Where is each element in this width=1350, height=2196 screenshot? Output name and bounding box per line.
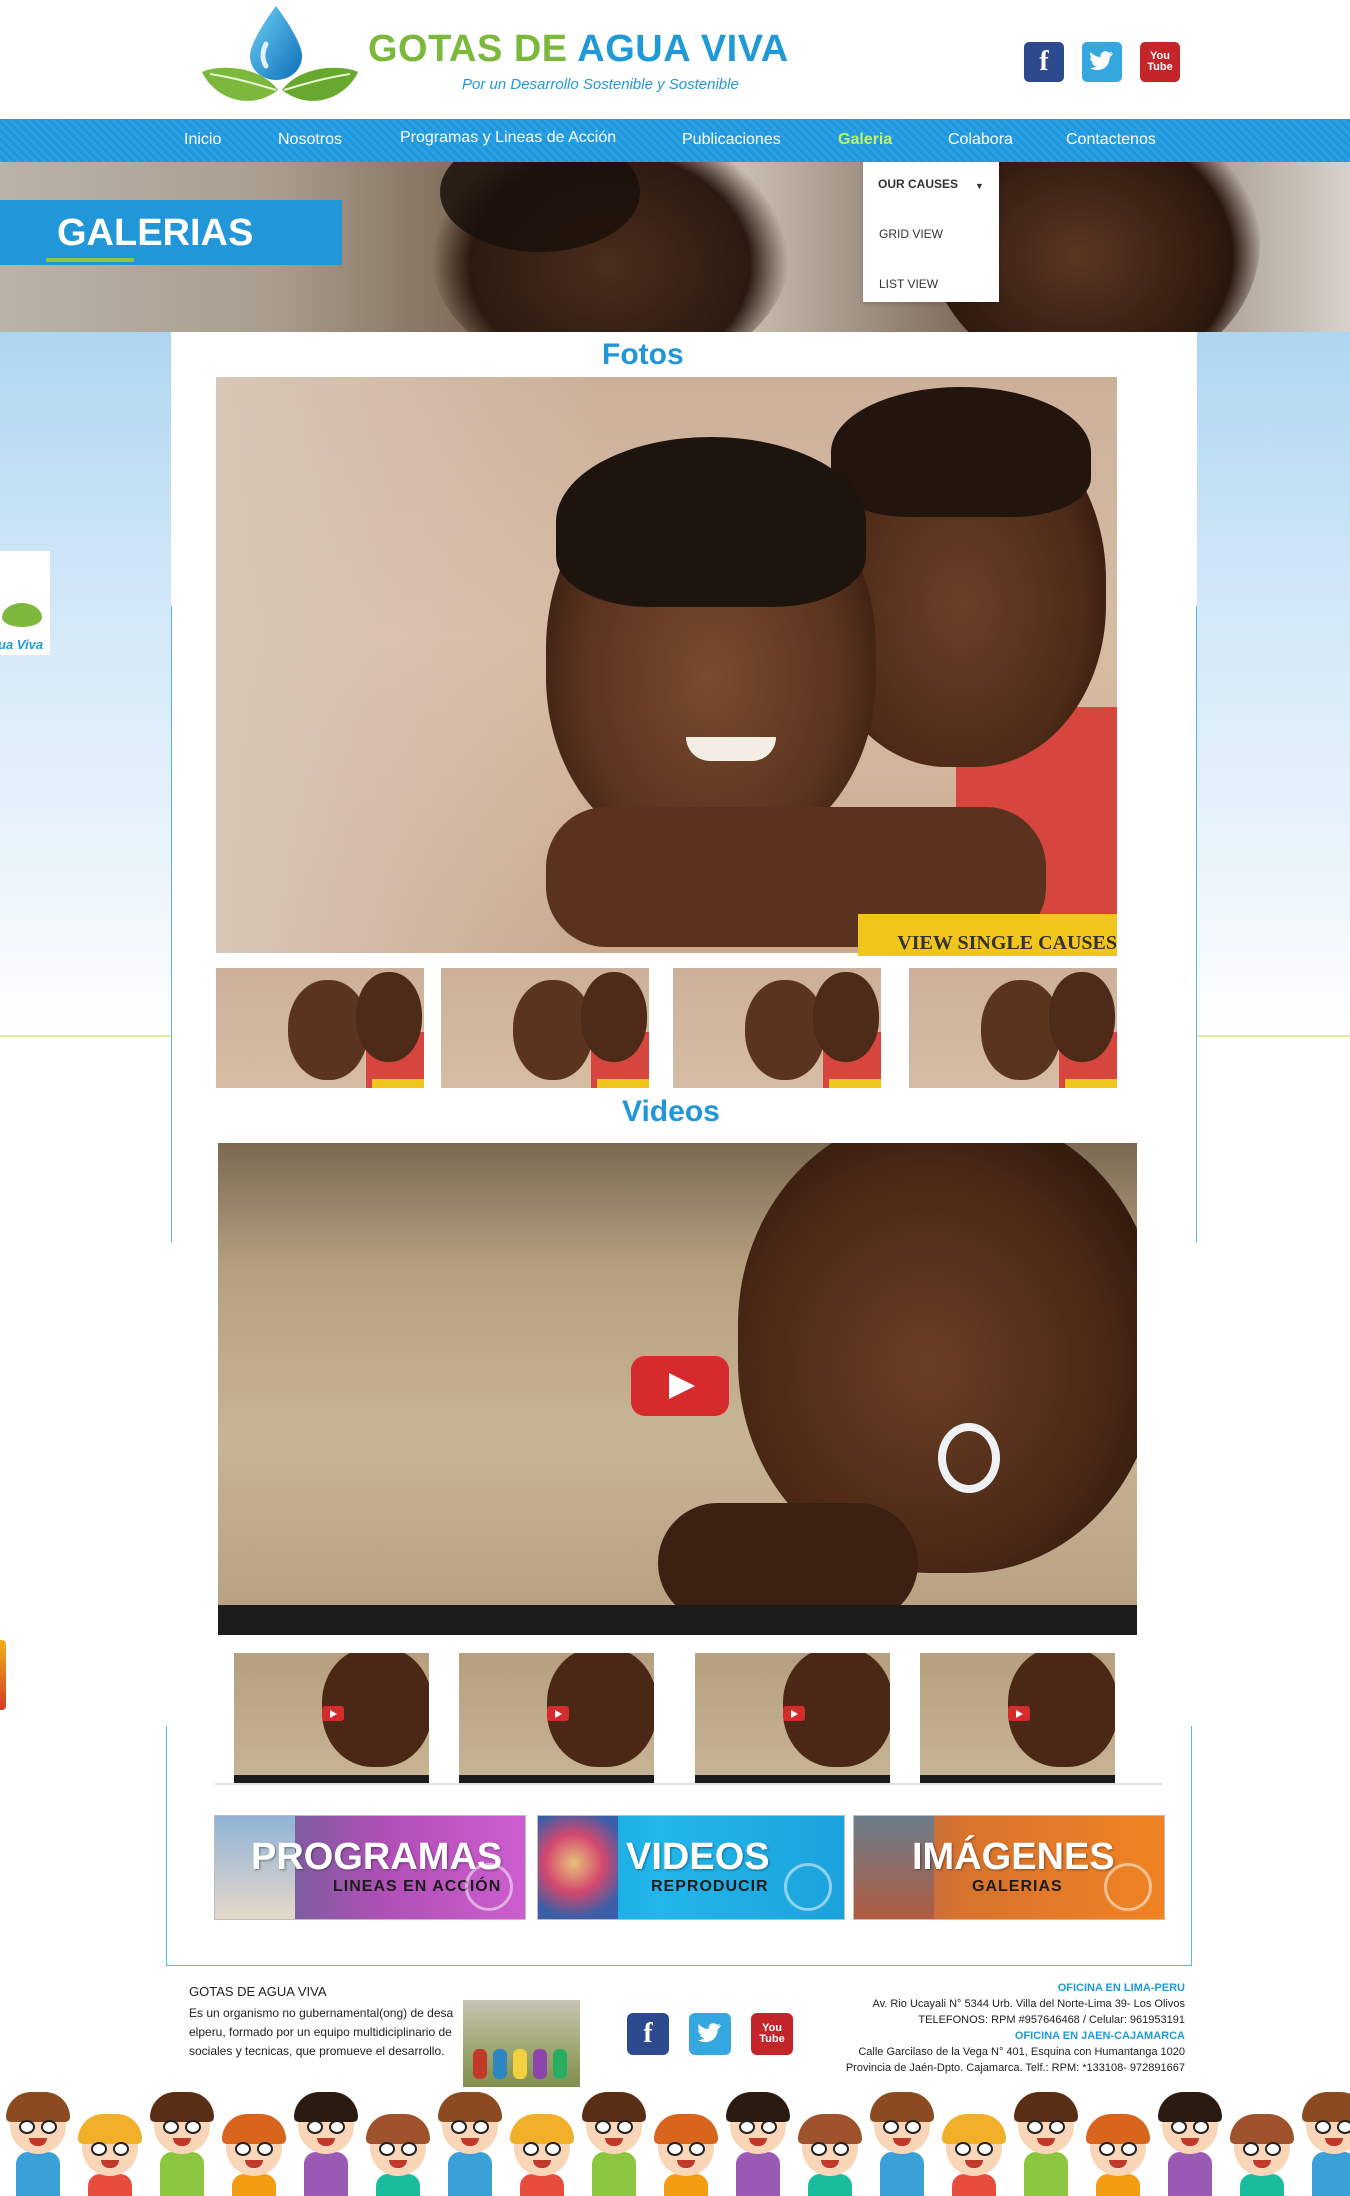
video-control-bar[interactable]	[218, 1605, 1137, 1635]
footer-title: GOTAS DE AGUA VIVA	[189, 1984, 327, 1999]
twitter-icon[interactable]	[689, 2013, 731, 2055]
facebook-icon[interactable]: f	[1024, 42, 1064, 82]
hero-label-box: GALERIAS	[0, 200, 342, 265]
photo-thumbnail-1[interactable]	[216, 968, 424, 1088]
play-icon	[783, 1706, 805, 1721]
photo-background-blur	[216, 377, 596, 953]
youtube-label-bottom: Tube	[759, 2033, 785, 2045]
galeria-dropdown-menu: OUR CAUSES ▼ GRID VIEW LIST VIEW	[863, 162, 999, 302]
footer-photo	[463, 2000, 580, 2087]
videos-banner-subtitle: REPRODUCIR	[651, 1878, 769, 1895]
office-jaen-address: Calle Garcilaso de la Vega N° 401, Esqui…	[858, 2046, 1185, 2058]
video-thumbnail-4[interactable]	[920, 1653, 1115, 1783]
video-thumbnail-2[interactable]	[459, 1653, 654, 1783]
people-icon	[465, 1863, 513, 1911]
hero-banner: GALERIAS	[0, 162, 1350, 332]
videos-banner-title: VIDEOS	[626, 1836, 770, 1878]
photo-child-right-hair	[831, 387, 1091, 517]
video-thumbnail-1[interactable]	[234, 1653, 429, 1783]
dropdown-item-our-causes[interactable]: OUR CAUSES	[878, 177, 958, 191]
nav-item-publicaciones[interactable]: Publicaciones	[682, 131, 781, 149]
nav-item-programas[interactable]: Programas y Lineas de Acción	[400, 129, 616, 147]
facebook-icon[interactable]: f	[627, 2013, 669, 2055]
footer-description-line: elperu, formado por un equipo multidicip…	[189, 2025, 452, 2039]
office-jaen-heading: OFICINA EN JAEN-CAJAMARCA	[1014, 2030, 1185, 2042]
page-title: GALERIAS	[57, 212, 254, 254]
side-badge-text: ua Viva	[0, 637, 44, 652]
view-single-causes-label: VIEW SINGLE CAUSES	[897, 932, 1117, 954]
office-lima-heading: OFICINA EN LIMA-PERU	[1057, 1982, 1185, 1994]
photo-child-left-hair	[556, 437, 866, 607]
programas-banner[interactable]: PROGRAMAS LINEAS EN ACCIÓN	[214, 1815, 526, 1920]
side-decoration	[0, 1640, 6, 1710]
bird-icon	[698, 2023, 722, 2043]
nav-item-galeria[interactable]: Galeria	[838, 131, 892, 149]
imagenes-banner[interactable]: IMÁGENES GALERIAS	[853, 1815, 1165, 1920]
panel-border-left	[171, 606, 172, 1242]
footer-kids-illustration	[0, 2090, 1350, 2196]
site-header: GOTAS DE AGUA VIVA Por un Desarrollo Sos…	[0, 0, 1350, 119]
youtube-label-bottom: Tube	[1147, 61, 1173, 73]
dropdown-item-grid-view[interactable]: GRID VIEW	[879, 227, 943, 241]
main-video-player[interactable]	[218, 1143, 1137, 1635]
nav-item-colabora[interactable]: Colabora	[948, 131, 1013, 149]
header-social-links: f You Tube	[1024, 42, 1180, 82]
play-button-icon[interactable]	[631, 1356, 729, 1416]
panel-border-right	[1196, 606, 1197, 1242]
leaves-icon	[202, 67, 358, 101]
nav-item-inicio[interactable]: Inicio	[184, 131, 221, 149]
office-lima-address: Av. Rio Ucayali N° 5344 Urb. Villa del N…	[872, 1998, 1185, 2010]
dropdown-item-list-view[interactable]: LIST VIEW	[879, 277, 938, 291]
nav-item-contactenos[interactable]: Contactenos	[1066, 131, 1156, 149]
footer-social-links: f You Tube	[627, 2013, 793, 2055]
play-icon	[322, 1706, 344, 1721]
photo-smile	[686, 737, 776, 761]
main-navigation: Inicio Nosotros Programas y Lineas de Ac…	[0, 119, 1350, 162]
office-jaen: OFICINA EN JAEN-CAJAMARCA Calle Garcilas…	[846, 2028, 1185, 2076]
play-icon	[1008, 1706, 1030, 1721]
youtube-icon[interactable]: You Tube	[1140, 42, 1180, 82]
programas-banner-title: PROGRAMAS	[251, 1836, 503, 1878]
nav-item-nosotros[interactable]: Nosotros	[278, 131, 342, 149]
imagenes-banner-subtitle: GALERIAS	[972, 1878, 1063, 1895]
videos-banner-photo	[538, 1816, 618, 1919]
office-jaen-phones: Provincia de Jaén-Dpto. Cajamarca. Telf.…	[845, 2062, 1185, 2074]
twitter-icon[interactable]	[1082, 42, 1122, 82]
photo-thumbnail-4[interactable]	[909, 968, 1117, 1088]
play-circle-icon	[784, 1863, 832, 1911]
brand-title: GOTAS DE AGUA VIVA	[368, 28, 789, 71]
hero-title-underline	[46, 258, 134, 262]
footer-description: Es un organismo no gubernamental(ong) de…	[189, 2004, 464, 2061]
play-icon	[547, 1706, 569, 1721]
photo-thumbnail-3[interactable]	[673, 968, 881, 1088]
videos-section-title: Videos	[622, 1095, 720, 1128]
video-thumbnail-3[interactable]	[695, 1653, 890, 1783]
photos-section-title: Fotos	[602, 338, 684, 371]
video-thumbnails-divider	[215, 1783, 1163, 1785]
site-logo[interactable]: GOTAS DE AGUA VIVA Por un Desarrollo Sos…	[200, 0, 788, 116]
brand-title-part1: GOTAS DE	[368, 28, 568, 70]
imagenes-banner-title: IMÁGENES	[912, 1836, 1115, 1878]
brand-title-part2: AGUA VIVA	[577, 28, 789, 70]
brand-tagline: Por un Desarrollo Sostenible y Sostenibl…	[462, 76, 739, 93]
office-lima: OFICINA EN LIMA-PERU Av. Rio Ucayali N° …	[872, 1980, 1185, 2028]
office-lima-phones: TELEFONOS: RPM #957646468 / Celular: 961…	[918, 2014, 1185, 2026]
videos-banner[interactable]: VIDEOS REPRODUCIR	[537, 1815, 845, 1920]
footer-description-line: sociales y tecnicas, que promueve el des…	[189, 2044, 445, 2058]
leaf-icon	[2, 603, 42, 627]
bird-icon	[1090, 51, 1114, 71]
youtube-icon[interactable]: You Tube	[751, 2013, 793, 2055]
photo-thumbnail-2[interactable]	[441, 968, 649, 1088]
side-logo-badge[interactable]: ua Viva	[0, 551, 50, 655]
caret-down-icon: ▼	[975, 181, 984, 191]
main-gallery-photo[interactable]	[216, 377, 1117, 953]
camera-icon	[1104, 1863, 1152, 1911]
video-bubble-wand	[938, 1423, 1000, 1493]
footer-description-line: Es un organismo no gubernamental(ong) de…	[189, 2006, 454, 2020]
view-single-causes-button[interactable]: VIEW SINGLE CAUSES	[858, 914, 1117, 956]
